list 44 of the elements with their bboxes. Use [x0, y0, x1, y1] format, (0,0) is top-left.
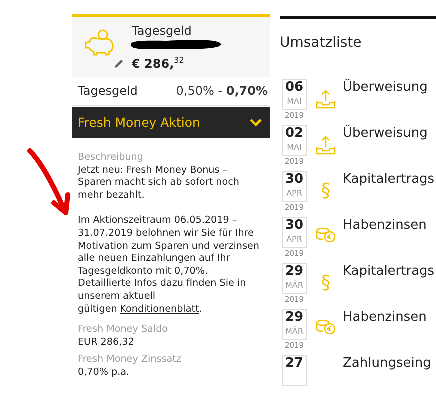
promo-header[interactable]: Fresh Money Aktion [72, 107, 270, 138]
transaction-title[interactable]: Zahlungseing [343, 355, 432, 401]
date-month: APR [286, 188, 302, 199]
outbox-icon [316, 135, 336, 155]
transaction-title[interactable]: Kapitalertrags [343, 263, 435, 309]
paragraph-icon: § [321, 181, 331, 201]
date-day: 30 [285, 218, 304, 234]
rate-label: Tagesgeld [78, 84, 138, 98]
description-paragraph: Im Aktionszeitraum 06.05.2019 – 31.07.2019 belohnen wir Sie für Ihre Motivation zum Sparen und verzinsen alle neuen Einzahlungen auf Ihr Tagesgeldkonto mit 0,70%. Detaillierte Infos dazu finden Sie in unserem aktuell gültigen Konditionenblatt. [78, 215, 260, 316]
interest-rate: 0,50% - 0,70% [176, 84, 268, 98]
date-month: MAI [287, 96, 302, 107]
pencil-icon[interactable] [114, 59, 124, 69]
coins-icon [316, 319, 336, 335]
account-type: Tagesgeld [132, 24, 193, 38]
date-month: APR [286, 234, 302, 245]
date-month: MAI [287, 142, 302, 153]
transaction-title[interactable]: Kapitalertrags [343, 171, 435, 217]
detail-value: EUR 286,32 [78, 336, 136, 350]
date-day: 29 [285, 310, 304, 326]
account-balance: € 286,$^{32}$ [132, 55, 186, 72]
coins-icon [316, 227, 336, 243]
piggy-bank-icon [84, 29, 116, 57]
detail-label: Beschreibung [78, 152, 144, 165]
date-day: 29 [285, 264, 304, 280]
transaction-title[interactable]: Habenzinsen [343, 217, 427, 263]
detail-label: Fresh Money Zinssatz [78, 354, 182, 367]
transaction-title[interactable]: Überweisung [343, 79, 428, 125]
transaction-title[interactable]: Überweisung [343, 125, 428, 171]
description-paragraph: Jetzt neu: Fresh Money Bonus – Sparen macht sich ab sofort noch mehr bezahlt. [78, 164, 240, 202]
section-title: Umsatzliste [280, 35, 363, 51]
outbox-icon [316, 89, 336, 109]
date-day: 27 [285, 356, 304, 372]
detail-label: Fresh Money Saldo [78, 324, 170, 337]
conditions-link[interactable]: Konditionenblatt [120, 304, 200, 315]
account-card[interactable]: Tagesgeld € 286,$^{32}$ [72, 14, 270, 77]
promo-title: Fresh Money Aktion [78, 115, 200, 130]
transaction-title[interactable]: Habenzinsen [343, 309, 427, 355]
date-month: MÄR [286, 326, 304, 337]
date-month: MÄR [286, 280, 304, 291]
date-day: 02 [285, 126, 304, 142]
date-day: 06 [285, 80, 304, 96]
paragraph-icon: § [321, 273, 331, 293]
date-day: 30 [285, 172, 304, 188]
detail-value: 0,70% p.a. [78, 366, 131, 380]
